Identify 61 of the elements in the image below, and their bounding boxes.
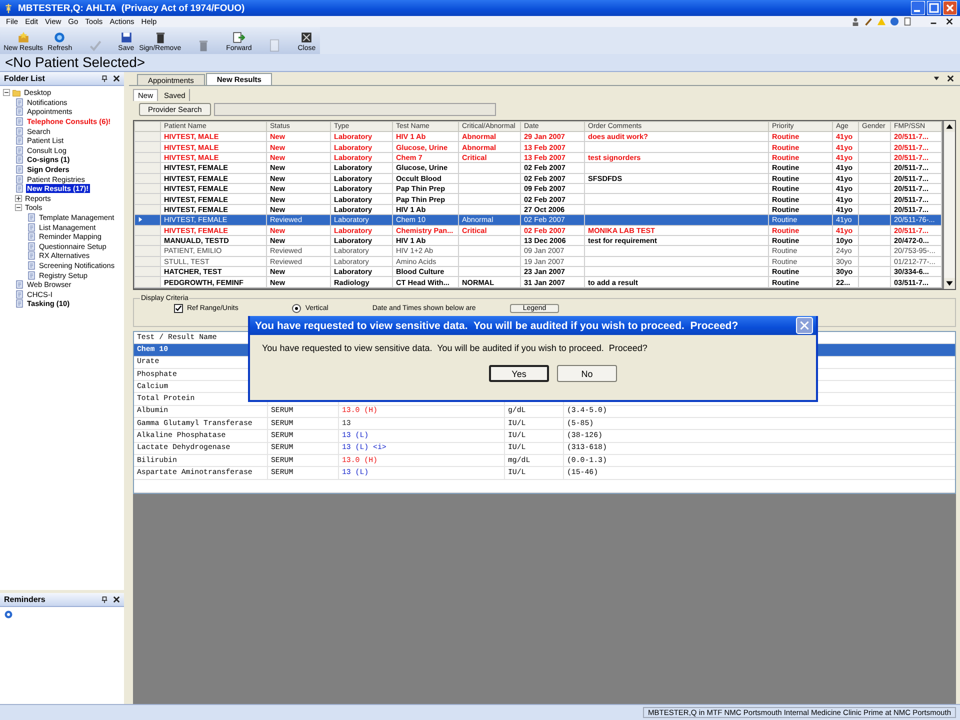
info-icon[interactable] <box>890 17 899 26</box>
dialog-button[interactable]: Yes <box>489 365 549 382</box>
trash-icon <box>154 31 167 44</box>
close-button[interactable] <box>945 17 954 26</box>
document-icon <box>27 242 36 251</box>
document-icon <box>27 222 36 232</box>
refresh-icon <box>53 31 66 44</box>
collapse-icon[interactable] <box>15 204 22 212</box>
close-icon <box>300 31 314 44</box>
pin-icon[interactable] <box>101 596 108 603</box>
scroll-up-icon[interactable] <box>944 121 955 132</box>
document-icon <box>15 184 24 194</box>
document-icon <box>15 299 24 308</box>
dialog-title: You have requested to view sensitive data. You will be audited if you wish to proceed. Proceed? <box>255 320 738 332</box>
collapse-icon[interactable] <box>3 89 10 96</box>
radio-button[interactable] <box>292 304 302 313</box>
document-icon <box>27 232 36 242</box>
trash-icon <box>196 39 210 52</box>
document-icon <box>15 280 24 290</box>
scroll-down-icon[interactable] <box>944 278 955 289</box>
document-icon <box>27 251 36 260</box>
close-icon[interactable] <box>947 75 954 82</box>
document-icon <box>27 213 36 222</box>
document-icon <box>268 39 282 52</box>
checkmark-icon <box>88 39 102 52</box>
document-icon <box>27 260 36 270</box>
close-icon[interactable] <box>113 75 120 82</box>
row-header <box>134 122 160 132</box>
forward-icon <box>232 31 246 44</box>
document-icon <box>15 174 24 184</box>
folder-star-icon <box>16 31 30 44</box>
document-icon <box>27 270 36 280</box>
document-icon[interactable] <box>903 17 912 26</box>
checkbox[interactable] <box>174 304 183 313</box>
document-icon <box>15 290 24 299</box>
pen-icon[interactable] <box>864 17 873 26</box>
expand-icon[interactable] <box>15 194 22 202</box>
save-icon <box>120 31 133 44</box>
document-icon <box>15 155 24 164</box>
patient-banner: <No Patient Selected> <box>0 54 960 72</box>
person-icon[interactable] <box>851 17 860 26</box>
document-icon <box>15 98 24 107</box>
document-icon <box>15 117 24 126</box>
dialog-button[interactable]: No <box>557 365 617 382</box>
panel-title: Folder List <box>4 74 45 83</box>
row-pointer-icon <box>138 216 143 224</box>
pin-icon[interactable] <box>101 75 108 82</box>
document-icon <box>15 165 24 174</box>
maximize-button[interactable] <box>927 1 941 15</box>
document-icon <box>15 107 24 116</box>
document-icon <box>15 146 24 155</box>
input-field[interactable] <box>214 103 496 116</box>
document-icon <box>15 136 24 146</box>
window-title: MBTESTER,Q: AHLTA (Privacy Act of 1974/FOUO) <box>18 2 245 14</box>
close-icon[interactable] <box>113 596 120 603</box>
panel-title: Reminders <box>4 595 46 604</box>
document-icon <box>15 126 24 136</box>
folder-icon <box>12 88 21 98</box>
scrollbar[interactable] <box>944 121 955 289</box>
caret-icon[interactable] <box>933 75 940 82</box>
refresh-icon[interactable] <box>4 610 13 619</box>
